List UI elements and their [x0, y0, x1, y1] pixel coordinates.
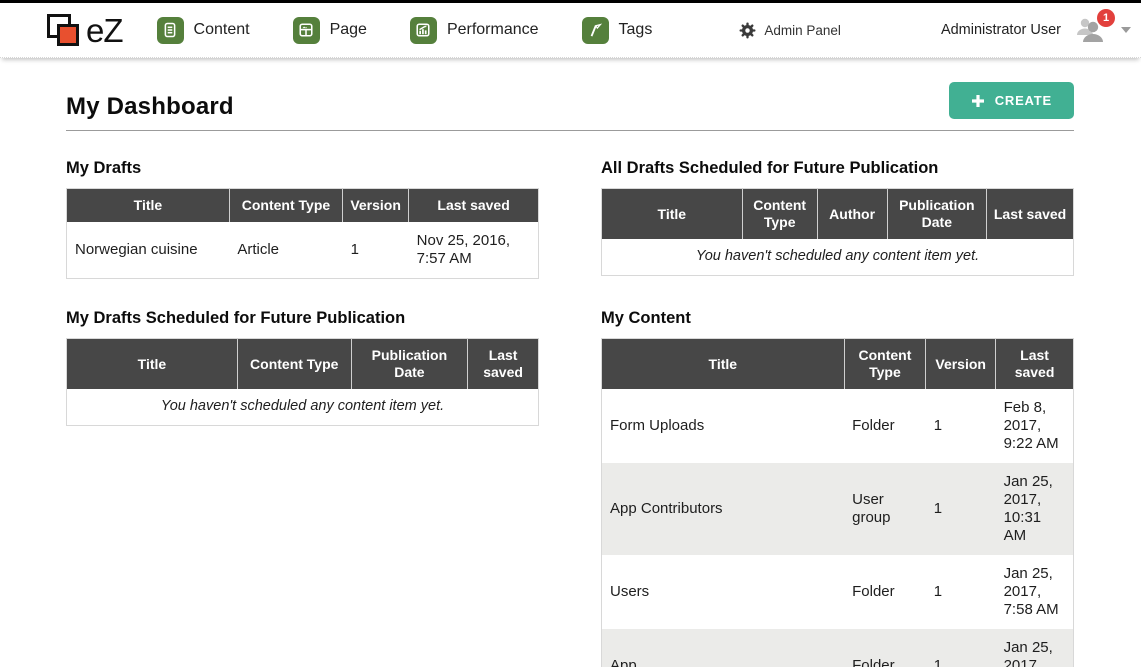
plus-icon: [971, 94, 985, 108]
ez-logo-text: eZ: [86, 14, 123, 47]
column-header: Version: [926, 339, 996, 390]
column-header: Title: [67, 189, 230, 223]
column-header: Last saved: [987, 189, 1074, 240]
column-header: Version: [343, 189, 409, 223]
admin-panel-label: Admin Panel: [764, 23, 841, 38]
empty-message: You haven't scheduled any content item y…: [602, 239, 1074, 275]
cell: App: [602, 629, 845, 667]
cell: Nov 25, 2016, 7:57 AM: [409, 222, 539, 279]
column-header: Last saved: [996, 339, 1074, 390]
cell: Form Uploads: [602, 389, 845, 463]
cell: Folder: [844, 389, 926, 463]
table-row[interactable]: UsersFolder1Jan 25, 2017, 7:58 AM: [602, 555, 1074, 629]
cell: Folder: [844, 555, 926, 629]
dashboard-sections: My Drafts TitleContent TypeVersionLast s…: [66, 159, 1074, 667]
column-header: Publication Date: [887, 189, 987, 240]
chevron-down-icon[interactable]: [1121, 27, 1131, 33]
content-icon: [157, 17, 184, 44]
cell: 1: [926, 555, 996, 629]
column-header: Content Type: [229, 189, 342, 223]
all-drafts-scheduled-table: TitleContent TypeAuthorPublication DateL…: [601, 188, 1074, 276]
user-menu[interactable]: Administrator User 1: [941, 16, 1131, 44]
table-header-row: TitleContent TypeAuthorPublication DateL…: [602, 189, 1074, 240]
nav-item-label: Performance: [447, 21, 539, 39]
ez-logo-icon: [45, 12, 81, 48]
section-all-drafts-scheduled: All Drafts Scheduled for Future Publicat…: [601, 159, 1074, 279]
page-icon: [293, 17, 320, 44]
table-row[interactable]: AppFolder1Jan 25, 2017, 7:55 AM: [602, 629, 1074, 667]
section-title: My Drafts: [66, 159, 539, 178]
column-header: Last saved: [409, 189, 539, 223]
cell: 1: [926, 463, 996, 555]
column-header: Last saved: [468, 339, 539, 390]
my-drafts-table: TitleContent TypeVersionLast savedNorweg…: [66, 188, 539, 279]
cell: Norwegian cuisine: [67, 222, 230, 279]
nav-item-performance[interactable]: Performance: [410, 17, 539, 44]
nav-item-label: Page: [330, 21, 367, 39]
empty-message: You haven't scheduled any content item y…: [67, 389, 539, 425]
cell: Jan 25, 2017, 7:58 AM: [996, 555, 1074, 629]
section-my-drafts-scheduled: My Drafts Scheduled for Future Publicati…: [66, 309, 539, 667]
empty-row: You haven't scheduled any content item y…: [67, 389, 539, 425]
table-header-row: TitleContent TypePublication DateLast sa…: [67, 339, 539, 390]
table-row[interactable]: Norwegian cuisineArticle1Nov 25, 2016, 7…: [67, 222, 539, 279]
page-header: My Dashboard CREATE: [66, 82, 1074, 131]
my-content-table: TitleContent TypeVersionLast savedForm U…: [601, 338, 1074, 667]
cell: Jan 25, 2017, 7:55 AM: [996, 629, 1074, 667]
table-header-row: TitleContent TypeVersionLast saved: [602, 339, 1074, 390]
column-header: Content Type: [844, 339, 926, 390]
create-button[interactable]: CREATE: [949, 82, 1074, 119]
gear-icon: [739, 22, 756, 39]
user-name: Administrator User: [941, 22, 1061, 38]
section-title: My Drafts Scheduled for Future Publicati…: [66, 309, 539, 328]
section-title: All Drafts Scheduled for Future Publicat…: [601, 159, 1074, 178]
cell: App Contributors: [602, 463, 845, 555]
nav-item-label: Content: [194, 21, 250, 39]
cell: 1: [926, 389, 996, 463]
cell: Article: [229, 222, 342, 279]
cell: 1: [926, 629, 996, 667]
table-header-row: TitleContent TypeVersionLast saved: [67, 189, 539, 223]
empty-row: You haven't scheduled any content item y…: [602, 239, 1074, 275]
table-row[interactable]: Form UploadsFolder1Feb 8, 2017, 9:22 AM: [602, 389, 1074, 463]
cell: User group: [844, 463, 926, 555]
column-header: Author: [817, 189, 887, 240]
column-header: Publication Date: [351, 339, 468, 390]
section-title: My Content: [601, 309, 1074, 328]
tags-icon: [582, 17, 609, 44]
performance-icon: [410, 17, 437, 44]
column-header: Title: [67, 339, 238, 390]
my-drafts-scheduled-table: TitleContent TypePublication DateLast sa…: [66, 338, 539, 426]
dashboard-page: My Dashboard CREATE My Drafts TitleConte…: [0, 58, 1141, 667]
cell: Folder: [844, 629, 926, 667]
nav-item-tags[interactable]: Tags: [582, 17, 653, 44]
nav-item-content[interactable]: Content: [157, 17, 250, 44]
cell: Feb 8, 2017, 9:22 AM: [996, 389, 1074, 463]
column-header: Content Type: [237, 339, 351, 390]
page-title: My Dashboard: [66, 93, 234, 121]
column-header: Title: [602, 339, 845, 390]
nav-item-page[interactable]: Page: [293, 17, 367, 44]
table-row[interactable]: App ContributorsUser group1Jan 25, 2017,…: [602, 463, 1074, 555]
nav-item-label: Tags: [619, 21, 653, 39]
create-button-label: CREATE: [995, 93, 1052, 108]
column-header: Content Type: [742, 189, 817, 240]
avatar[interactable]: 1: [1073, 16, 1107, 44]
column-header: Title: [602, 189, 743, 240]
admin-panel-button[interactable]: Admin Panel: [739, 22, 841, 39]
section-my-content: My Content TitleContent TypeVersionLast …: [601, 309, 1074, 667]
notification-badge[interactable]: 1: [1097, 9, 1115, 27]
ez-logo[interactable]: eZ: [45, 12, 123, 48]
cell: Users: [602, 555, 845, 629]
cell: 1: [343, 222, 409, 279]
cell: Jan 25, 2017, 10:31 AM: [996, 463, 1074, 555]
top-navigation-bar: eZ Content Page: [0, 3, 1141, 58]
section-my-drafts: My Drafts TitleContent TypeVersionLast s…: [66, 159, 539, 279]
